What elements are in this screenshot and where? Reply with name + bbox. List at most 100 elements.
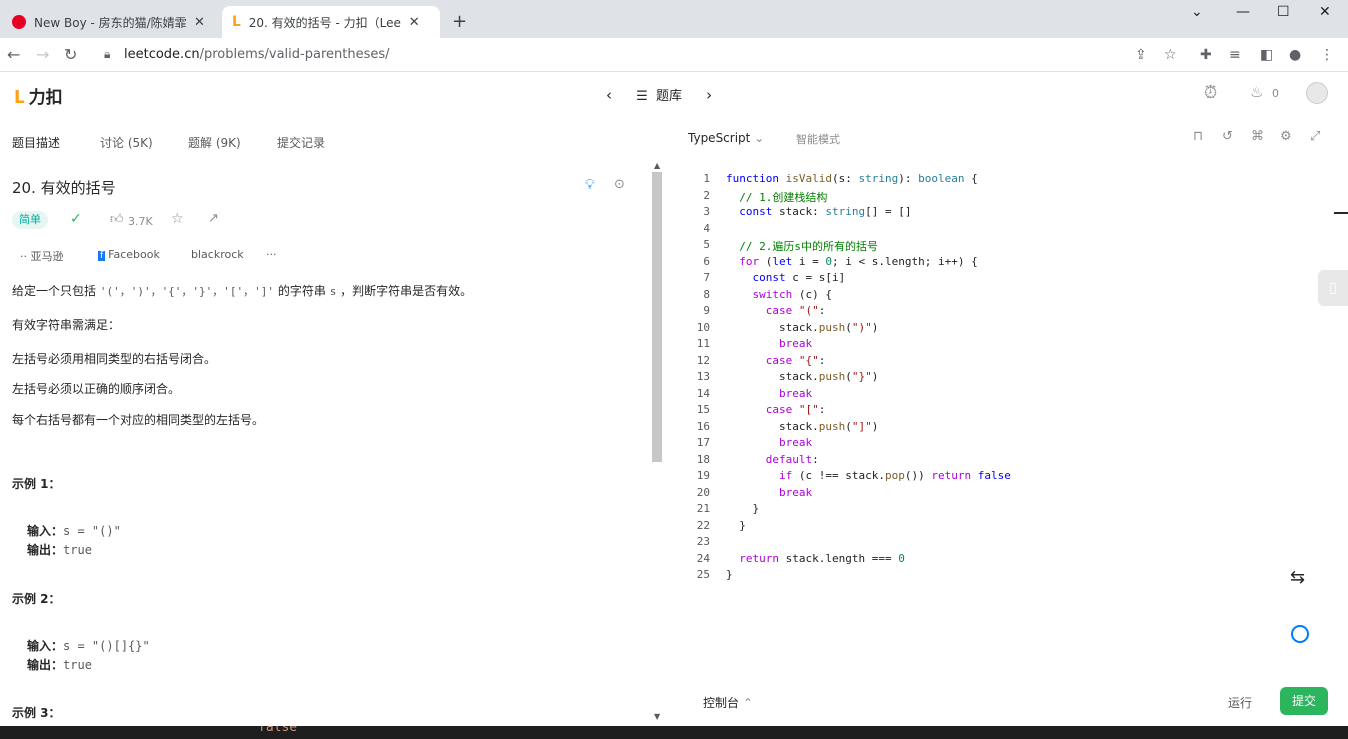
profile-icon[interactable]: ● — [1289, 47, 1301, 63]
favorite-star-icon[interactable]: ☆ — [171, 211, 184, 227]
example-2-output: 输出：true — [27, 658, 92, 672]
document-icon[interactable]: ▯ — [1318, 270, 1348, 306]
code-line: switch (c) { — [752, 287, 833, 301]
scrollbar-thumb[interactable] — [652, 172, 662, 462]
leetcode-header: ᒪ 力扣 ‹ ☰ 题库 › ⏰︎ ♨ 0 — [0, 73, 1348, 117]
next-problem-icon[interactable]: › — [706, 86, 712, 104]
code-line: } — [726, 568, 733, 581]
tab-solutions[interactable]: 题解 (9K) — [188, 134, 241, 151]
browser-tab-music[interactable]: New Boy - 房东的猫/陈婧霏 - 单 ✕ — [2, 6, 215, 38]
rule-3: 每个右括号都有一个对应的相同类型的左括号。 — [12, 413, 265, 427]
list-icon[interactable]: ☰ — [636, 89, 648, 104]
bookmark-star-icon[interactable]: ☆ — [1164, 47, 1177, 63]
company-tag-amazon[interactable]: ·· 亚马逊 — [20, 248, 64, 264]
back-arrow-icon[interactable]: ← — [7, 45, 20, 64]
divider-line — [1334, 212, 1348, 214]
prev-problem-icon[interactable]: ‹ — [606, 86, 612, 104]
netease-music-icon — [12, 15, 26, 29]
line-number: 9 — [703, 304, 710, 317]
fullscreen-icon[interactable]: ⤢ — [1310, 129, 1320, 144]
code-line: break — [778, 436, 813, 449]
tab-discussion[interactable]: 讨论 (5K) — [100, 134, 153, 151]
line-number: 2 — [703, 188, 710, 202]
tab-description[interactable]: 题目描述 — [12, 134, 60, 151]
console-toggle[interactable]: 控制台 ⌃ — [703, 694, 753, 711]
lock-icon[interactable]: 🔒︎ — [104, 47, 110, 62]
close-window-button[interactable]: ✕ — [1319, 4, 1331, 20]
feedback-chat-icon[interactable] — [1291, 625, 1309, 643]
code-line: // 1.创建栈结构 — [739, 190, 828, 204]
switch-icon[interactable]: ⇆ — [1290, 567, 1305, 588]
browser-tab-bar: New Boy - 房东的猫/陈婧霏 - 单 ✕ ᒪ 20. 有效的括号 - 力… — [0, 0, 1348, 38]
code-line: const stack: string[] = [] — [739, 205, 912, 218]
url-field[interactable]: leetcode.cn/problems/valid-parentheses/ — [124, 47, 390, 62]
leetcode-icon: ᒪ — [232, 14, 241, 30]
code-line: case "(": — [765, 304, 826, 317]
side-panel-icon[interactable]: ◧ — [1260, 47, 1273, 63]
close-tab-icon[interactable]: ✕ — [194, 15, 205, 30]
forward-arrow-icon[interactable]: → — [36, 45, 49, 64]
line-number: 6 — [703, 254, 710, 268]
code-line: // 2.遍历s中的所有的括号 — [739, 240, 878, 253]
thumbs-up-icon[interactable]: 👍︎ — [110, 212, 124, 227]
browser-tab-leetcode[interactable]: ᒪ 20. 有效的括号 - 力扣（Leetcode ✕ — [222, 6, 440, 38]
logo[interactable]: ᒪ 力扣 — [14, 83, 63, 108]
language-select[interactable]: TypeScript ⌄ — [688, 131, 764, 145]
example-1-input: 输入：s = "()" — [27, 524, 121, 538]
smart-mode-toggle[interactable]: 智能模式 — [796, 131, 840, 147]
bookmark-icon[interactable]: ⊓ — [1193, 129, 1203, 144]
valid-intro: 有效字符串需满足： — [12, 318, 121, 332]
submit-button[interactable]: 提交 — [1280, 687, 1328, 715]
fire-icon[interactable]: ♨ — [1250, 83, 1263, 101]
menu-icon[interactable]: ⋮ — [1320, 47, 1334, 63]
example-1-title: 示例 1： — [12, 477, 61, 491]
example-2-title: 示例 2： — [12, 592, 61, 606]
share-icon[interactable]: ↗ — [208, 211, 219, 226]
more-companies[interactable]: ··· — [266, 248, 277, 261]
new-tab-button[interactable]: + — [452, 11, 467, 32]
tab-submissions[interactable]: 提交记录 — [277, 134, 325, 151]
avatar[interactable] — [1306, 82, 1328, 104]
line-number: 5 — [703, 238, 710, 251]
reload-icon[interactable]: ↻ — [64, 45, 77, 64]
tab-search-icon[interactable]: ⌄ — [1191, 4, 1203, 20]
line-number: 7 — [703, 271, 710, 284]
reset-icon[interactable]: ↺ — [1222, 129, 1233, 144]
maximize-button[interactable]: ☐ — [1277, 4, 1290, 20]
lightbulb-icon[interactable]: 💡︎ — [585, 177, 595, 193]
chevron-down-icon: ⌄ — [754, 131, 765, 145]
line-number: 17 — [696, 436, 710, 449]
shortcut-icon[interactable]: ⌘ — [1251, 129, 1264, 144]
output-text: false — [258, 726, 298, 735]
run-button[interactable]: 运行 — [1228, 694, 1252, 711]
minimize-button[interactable]: — — [1236, 4, 1250, 20]
difficulty-badge: 简单 — [12, 211, 48, 229]
line-number: 11 — [696, 337, 710, 350]
scroll-up-arrow[interactable]: ▲ — [654, 161, 660, 170]
settings-gear-icon[interactable]: ⚙ — [1280, 129, 1292, 144]
extensions-icon[interactable]: ✚ — [1200, 47, 1212, 63]
code-line: case "{": — [765, 353, 826, 367]
code-line: stack.push("]") — [726, 419, 879, 433]
code-line: } — [726, 502, 760, 515]
alarm-clock-icon[interactable]: ⏰︎ — [1204, 83, 1217, 103]
more-options-icon[interactable]: ⊙ — [614, 177, 625, 192]
problem-bank-link[interactable]: 题库 — [656, 89, 682, 104]
line-number: 14 — [696, 386, 710, 400]
company-tag-facebook[interactable]: f Facebook — [98, 248, 160, 261]
code-line: case "[": — [765, 403, 826, 416]
line-number: 13 — [696, 370, 710, 383]
address-bar-row: ← → ↻ 🔒︎ leetcode.cn/problems/valid-pare… — [0, 38, 1348, 72]
code-line: break — [778, 485, 813, 499]
line-number: 12 — [696, 353, 710, 367]
company-tag-blackrock[interactable]: blackrock — [191, 248, 244, 261]
line-number: 18 — [696, 452, 710, 466]
share-icon[interactable]: ⇪ — [1135, 47, 1147, 63]
chevron-up-icon: ⌃ — [742, 696, 753, 710]
rule-1: 左括号必须用相同类型的右括号闭合。 — [12, 352, 217, 366]
media-icon[interactable]: ≡ — [1229, 47, 1241, 63]
scroll-down-arrow[interactable]: ▼ — [654, 712, 660, 721]
line-number: 16 — [696, 419, 710, 433]
close-tab-icon[interactable]: ✕ — [409, 15, 420, 30]
code-line: for (let i = 0; i < s.length; i++) { — [739, 254, 978, 268]
